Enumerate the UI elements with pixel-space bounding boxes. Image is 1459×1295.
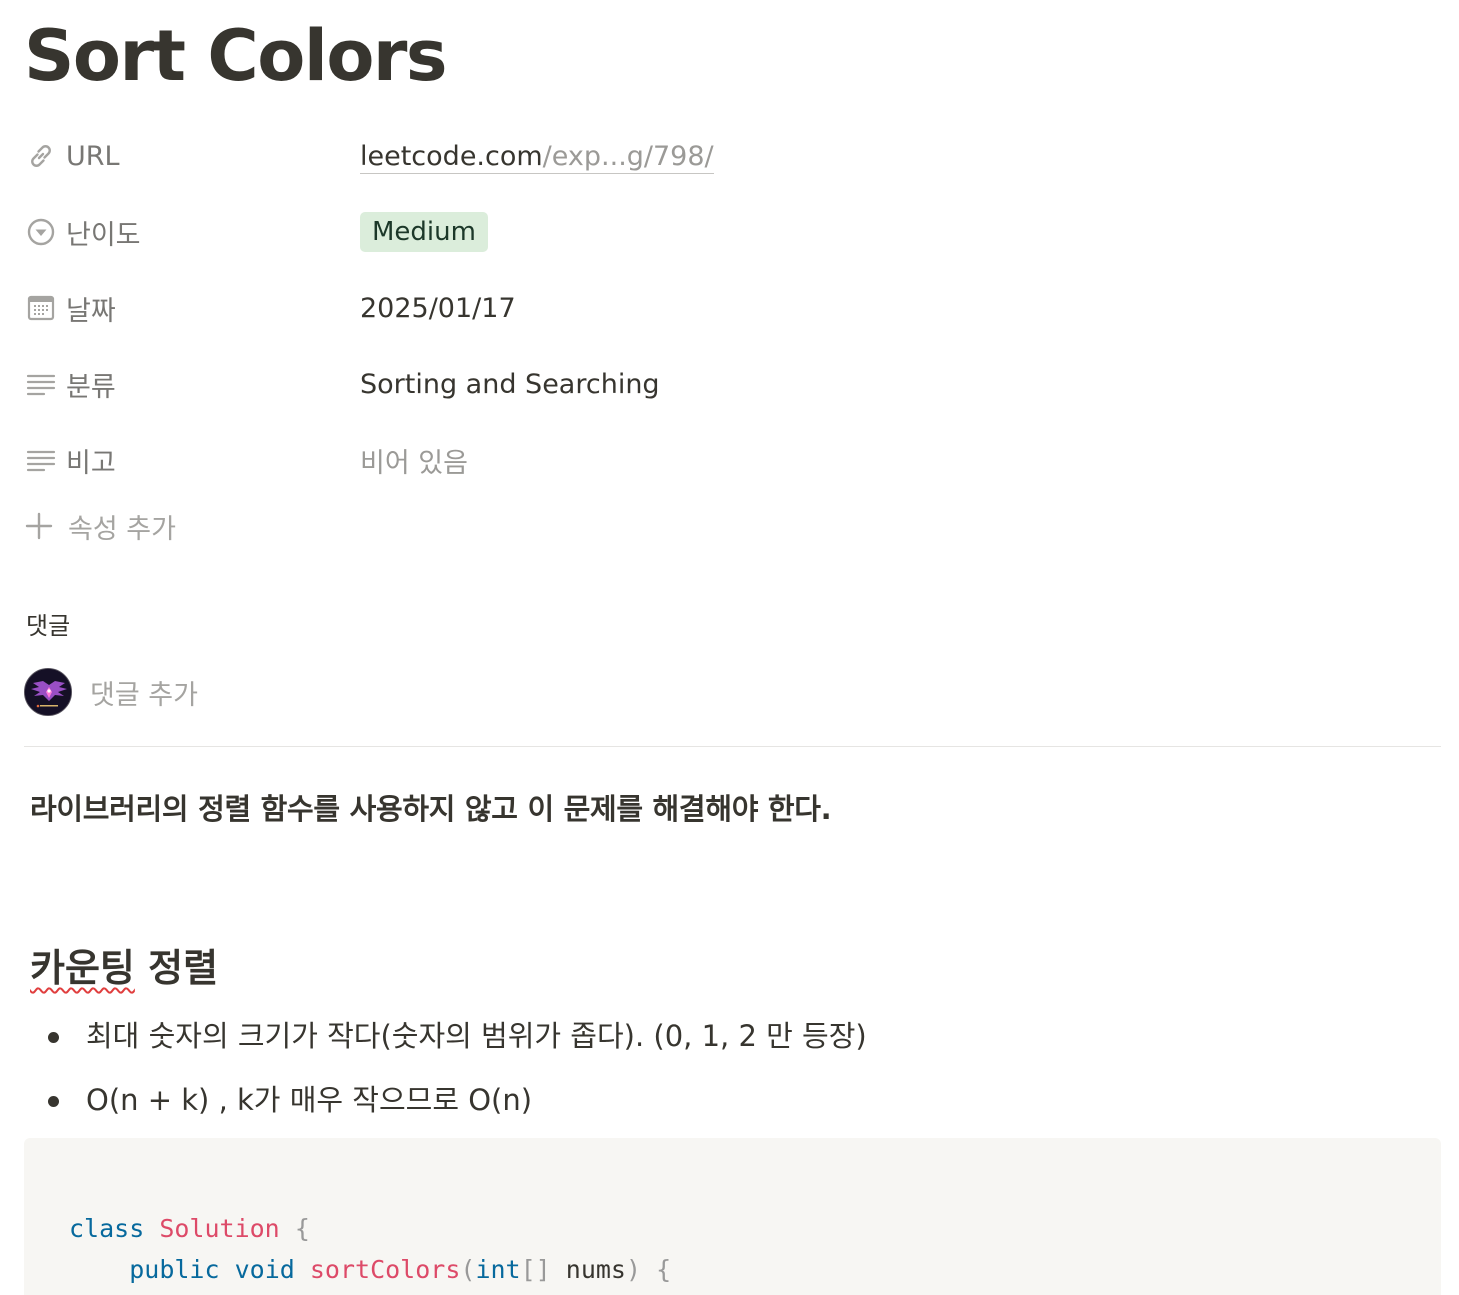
code-block[interactable]: class Solution { public void sortColors(… (24, 1138, 1441, 1295)
bullet-text: 최대 숫자의 크기가 작다(숫자의 범위가 좁다). (0, 1, 2 만 등장… (86, 1019, 867, 1053)
code-function-name: sortColors (309, 1255, 461, 1284)
property-url-label-cell[interactable]: URL (24, 139, 360, 173)
difficulty-badge: Medium (360, 212, 488, 252)
code-keyword: void (234, 1255, 295, 1284)
bullet-list: 최대 숫자의 크기가 작다(숫자의 범위가 좁다). (0, 1, 2 만 등장… (30, 1008, 867, 1136)
page-title[interactable]: Sort Colors (24, 8, 448, 104)
property-note: 비고 비어 있음 (24, 422, 1424, 498)
comment-input[interactable]: 댓글 추가 (90, 673, 198, 712)
text-icon (24, 443, 58, 477)
property-difficulty-label: 난이도 (66, 219, 141, 251)
link-icon (24, 139, 58, 173)
code-punctuation: [] (520, 1255, 551, 1284)
code-keyword: int (475, 1255, 521, 1284)
misspelled-word: 카운팅 (30, 946, 135, 990)
property-url-value-cell[interactable]: leetcode.com/exp...g/798/ (360, 140, 714, 174)
list-item[interactable]: 최대 숫자의 크기가 작다(숫자의 범위가 좁다). (0, 1, 2 만 등장… (30, 1008, 867, 1072)
code-class-name: Solution (159, 1214, 280, 1243)
comment-composer: 댓글 추가 (24, 668, 198, 716)
property-note-label: 비고 (66, 447, 116, 479)
section-heading[interactable]: 카운팅 정렬 (30, 940, 218, 996)
code-keyword: public (129, 1255, 220, 1284)
page: Sort Colors URL leetcode.com/exp...g/798… (0, 0, 1459, 1295)
property-category-value[interactable]: Sorting and Searching (360, 369, 660, 400)
property-category-label: 분류 (66, 371, 116, 403)
code-punctuation: ( (460, 1255, 476, 1284)
code-punctuation: ) (625, 1255, 642, 1284)
properties-panel: URL leetcode.com/exp...g/798/ 난이도 Medium (24, 118, 1424, 498)
property-date-label-cell[interactable]: 날짜 (24, 289, 360, 328)
avatar (24, 668, 72, 716)
property-date-value[interactable]: 2025/01/17 (360, 293, 516, 324)
code-keyword: class (69, 1214, 145, 1243)
property-url: URL leetcode.com/exp...g/798/ (24, 118, 1424, 194)
calendar-icon (24, 291, 58, 325)
code-punctuation: { (294, 1214, 310, 1243)
property-category: 분류 Sorting and Searching (24, 346, 1424, 422)
property-difficulty-label-cell[interactable]: 난이도 (24, 213, 360, 252)
list-item[interactable]: O(n + k) , k가 매우 작으므로 O(n) (30, 1072, 867, 1136)
property-date-label: 날짜 (66, 295, 116, 327)
url-link[interactable]: leetcode.com/exp...g/798/ (360, 140, 714, 174)
bullet-icon (48, 1032, 59, 1043)
code-punctuation: { (656, 1255, 672, 1284)
property-note-value[interactable]: 비어 있음 (360, 441, 468, 480)
code-identifier: nums (550, 1255, 626, 1284)
add-property-button[interactable]: 속성 추가 (24, 504, 176, 548)
divider (24, 746, 1441, 747)
bullet-text: O(n + k) , k가 매우 작으므로 O(n) (86, 1083, 533, 1117)
url-path: /exp...g/798/ (542, 140, 714, 172)
property-note-label-cell[interactable]: 비고 (24, 441, 360, 480)
add-property-label: 속성 추가 (68, 513, 176, 545)
bold-paragraph[interactable]: 라이브러리의 정렬 함수를 사용하지 않고 이 문제를 해결해야 한다. (30, 786, 832, 828)
bullet-icon (48, 1096, 59, 1107)
property-category-label-cell[interactable]: 분류 (24, 365, 360, 404)
comments-heading: 댓글 (26, 612, 71, 640)
heading-rest: 정렬 (134, 946, 219, 990)
property-difficulty-value-cell[interactable]: Medium (360, 212, 488, 252)
property-difficulty: 난이도 Medium (24, 194, 1424, 270)
code-content: class Solution { public void sortColors(… (69, 1208, 671, 1290)
text-icon (24, 367, 58, 401)
plus-icon (24, 511, 58, 541)
url-domain: leetcode.com (360, 140, 543, 172)
property-date: 날짜 2025/01/17 (24, 270, 1424, 346)
select-icon (24, 215, 58, 249)
property-url-label: URL (66, 140, 120, 172)
